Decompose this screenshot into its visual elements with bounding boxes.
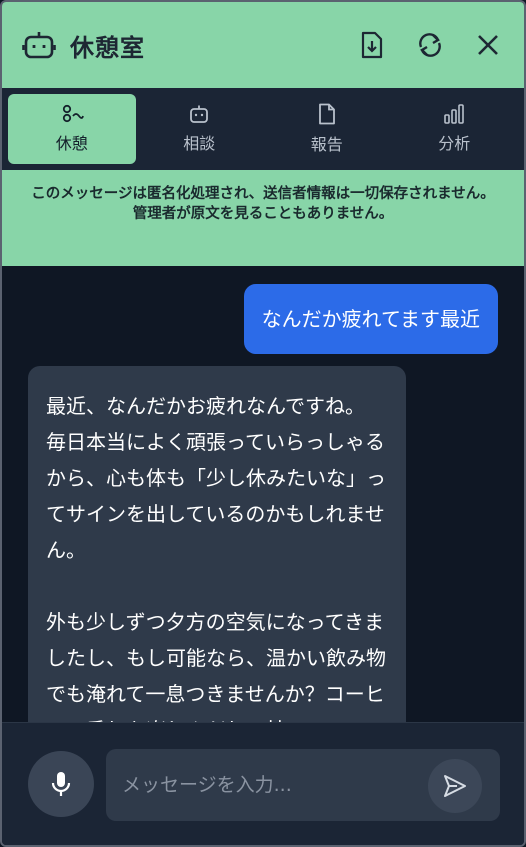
tab-label: 報告 (310, 135, 343, 154)
chat-window: 休憩室 休憩 相談 報告 分析 このメッセージは匿名化処理され、送信者情報は一切… (0, 0, 526, 847)
tab-relax[interactable]: 休憩 (8, 94, 136, 164)
message-input[interactable] (122, 769, 422, 801)
tab-label: 分析 (438, 134, 471, 153)
send-icon (444, 775, 466, 797)
document-icon (318, 103, 335, 125)
robot-icon (190, 105, 209, 123)
relax-icon (62, 104, 84, 123)
message-input-box (106, 749, 500, 821)
bar-chart-icon (444, 104, 465, 124)
robot-icon (22, 32, 56, 59)
download-icon (361, 31, 383, 59)
message-list[interactable]: なんだか疲れてます最近 最近、なんだかお疲れなんですね。 毎日本当によく頑張って… (2, 266, 524, 722)
tab-analysis[interactable]: 分析 (391, 94, 519, 164)
composer (2, 722, 524, 845)
privacy-notice: このメッセージは匿名化処理され、送信者情報は一切保存されません。 管理者が原文を… (2, 170, 524, 266)
tab-label: 休憩 (55, 134, 88, 153)
refresh-icon (419, 33, 441, 57)
refresh-button[interactable] (412, 27, 448, 63)
tab-bar: 休憩 相談 報告 分析 (2, 88, 524, 170)
app-title: 休憩室 (70, 33, 145, 62)
send-button[interactable] (428, 759, 482, 813)
download-button[interactable] (354, 27, 390, 63)
user-message: なんだか疲れてます最近 (243, 284, 498, 354)
tab-report[interactable]: 報告 (263, 94, 391, 164)
tab-consult[interactable]: 相談 (136, 94, 264, 164)
close-icon (478, 35, 498, 55)
notice-line-1: このメッセージは匿名化処理され、送信者情報は一切保存されません。 (31, 186, 495, 202)
notice-line-2: 管理者が原文を見ることもありません。 (132, 206, 394, 222)
voice-input-button[interactable] (28, 751, 94, 817)
app-header: 休憩室 (2, 2, 524, 88)
assistant-message: 最近、なんだかお疲れなんですね。 毎日本当によく頑張っていらっしゃるから、心も体… (28, 366, 406, 722)
tab-label: 相談 (183, 134, 216, 153)
close-button[interactable] (470, 27, 506, 63)
microphone-icon (51, 772, 71, 796)
